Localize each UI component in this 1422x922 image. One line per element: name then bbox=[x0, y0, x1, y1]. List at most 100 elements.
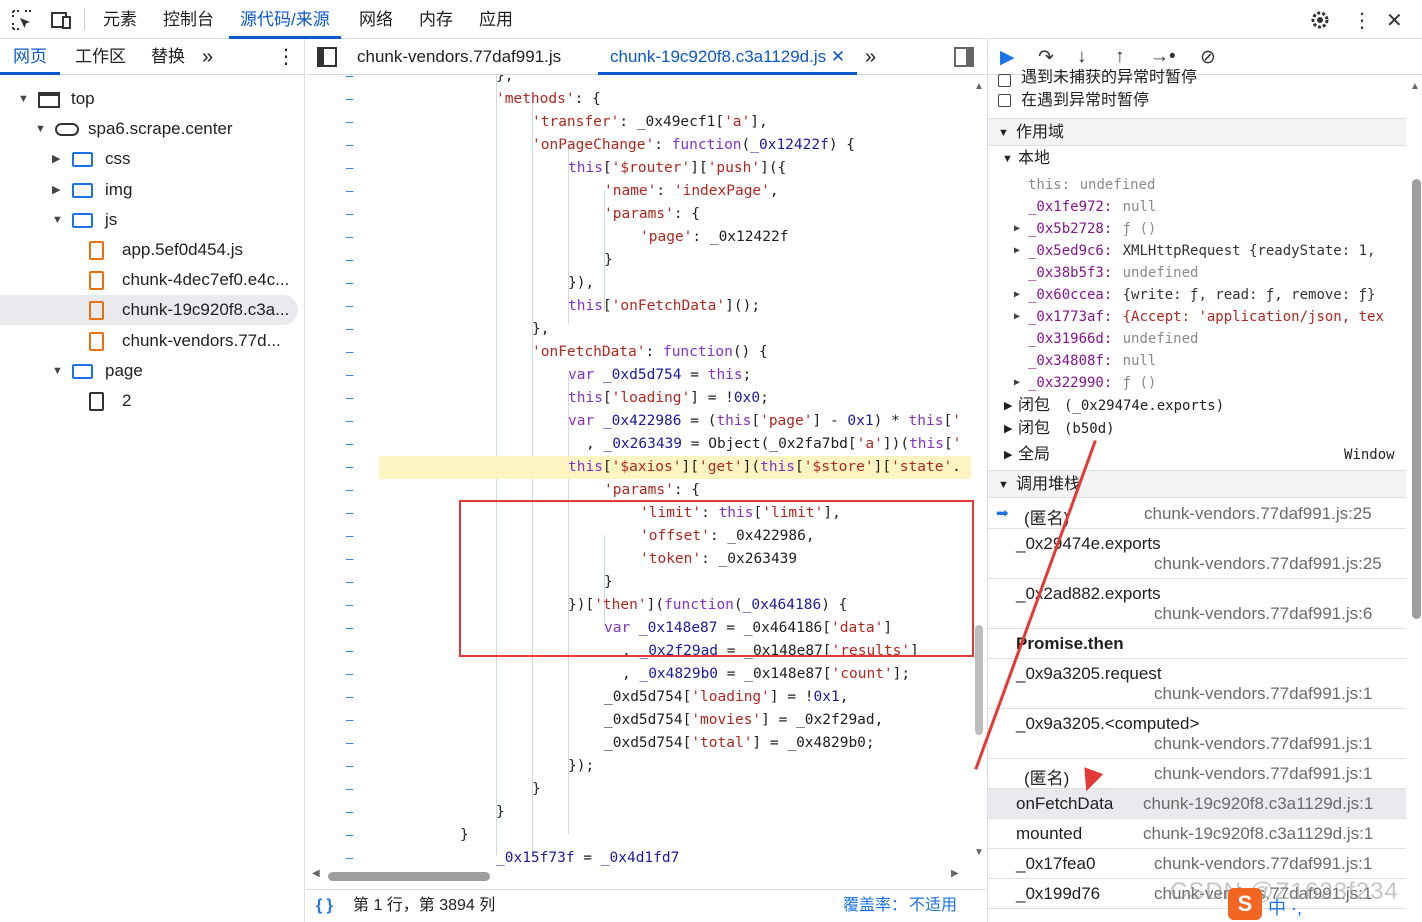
pause-caught-option[interactable]: 在遇到异常时暂停 bbox=[998, 89, 1416, 113]
step-out-icon[interactable]: ↑ bbox=[1115, 46, 1125, 68]
call-frame[interactable]: ➡ (匿名) chunk-vendors.77daf991.js:25 bbox=[988, 499, 1406, 529]
tree-item[interactable]: ▶ img bbox=[0, 175, 305, 205]
editor-horizontal-scrollbar[interactable]: ◀ ▶ bbox=[306, 867, 971, 885]
scope-variable[interactable]: _0x1fe972: null bbox=[988, 196, 1406, 218]
global-scope[interactable]: ▶ 全局 Window bbox=[988, 444, 1406, 466]
kebab-icon[interactable]: ⋮ bbox=[1352, 8, 1372, 33]
collapsed-triangle-icon[interactable]: ▶ bbox=[1014, 240, 1020, 262]
tab-network[interactable]: 网络 bbox=[359, 0, 393, 39]
step-over-icon[interactable]: ↷ bbox=[1038, 46, 1054, 69]
scroll-right-arrow-icon[interactable]: ▶ bbox=[951, 868, 959, 879]
closure-scope-1[interactable]: ▶ 闭包 (_0x29474e.exports) bbox=[988, 395, 1406, 417]
editor-vertical-scrollbar[interactable]: ▲ ▼ bbox=[971, 75, 986, 895]
call-frame[interactable]: _0x9a3205.request chunk-vendors.77daf991.… bbox=[988, 659, 1406, 709]
call-frame[interactable]: _0x29474e.exports chunk-vendors.77daf991.… bbox=[988, 529, 1406, 579]
call-frame-location[interactable]: chunk-vendors.77daf991.js:1 bbox=[1154, 684, 1372, 704]
scroll-up-arrow-icon[interactable]: ▲ bbox=[1410, 81, 1420, 92]
collapsed-triangle-icon[interactable]: ▶ bbox=[1014, 306, 1020, 328]
tree-item[interactable]: chunk-vendors.77d... bbox=[0, 326, 305, 356]
step-into-icon[interactable]: ↓ bbox=[1077, 46, 1087, 68]
scroll-up-arrow-icon[interactable]: ▲ bbox=[974, 81, 984, 92]
call-frame[interactable]: Promise.then bbox=[988, 629, 1406, 659]
deactivate-breakpoints-icon[interactable]: ⊘ bbox=[1200, 46, 1216, 69]
tab-application[interactable]: 应用 bbox=[479, 0, 513, 39]
scroll-down-arrow-icon[interactable]: ▼ bbox=[974, 847, 984, 858]
scope-variable[interactable]: ▶ _0x60ccea: {write: ƒ, read: ƒ, remove: … bbox=[988, 284, 1406, 306]
expanded-triangle-icon[interactable]: ▼ bbox=[18, 84, 29, 114]
tab-workspace[interactable]: 工作区 bbox=[75, 39, 126, 75]
expanded-triangle-icon[interactable]: ▼ bbox=[52, 356, 63, 386]
pause-uncaught-option[interactable]: 遇到未捕获的异常时暂停 bbox=[998, 69, 1416, 89]
step-icon[interactable]: →• bbox=[1150, 46, 1176, 68]
editor-tab-chunk[interactable]: chunk-19c920f8.c3a1129d.js ✕ bbox=[598, 39, 858, 75]
expanded-triangle-icon[interactable]: ▼ bbox=[52, 205, 63, 235]
expanded-triangle-icon[interactable]: ▼ bbox=[35, 114, 46, 144]
close-icon[interactable]: ✕ bbox=[1386, 8, 1403, 33]
call-frame-location[interactable]: chunk-vendors.77daf991.js:1 bbox=[1154, 764, 1372, 784]
tab-console[interactable]: 控制台 bbox=[163, 0, 214, 39]
tab-memory[interactable]: 内存 bbox=[419, 0, 453, 39]
callstack-section-header[interactable]: ▼ 调用堆栈 bbox=[988, 470, 1406, 498]
call-frame-location[interactable]: chunk-19c920f8.c3a1129d.js:1 bbox=[1143, 794, 1373, 814]
call-frame-location[interactable]: chunk-vendors.77daf991.js:25 bbox=[1144, 504, 1372, 524]
collapsed-triangle-icon[interactable]: ▶ bbox=[1014, 284, 1020, 306]
toggle-navigator-icon[interactable] bbox=[317, 47, 337, 67]
scope-variable[interactable]: _0x34808f: null bbox=[988, 350, 1406, 372]
collapsed-triangle-icon[interactable]: ▶ bbox=[52, 144, 60, 174]
tree-item[interactable]: ▶ css bbox=[0, 144, 305, 174]
tab-sources[interactable]: 源代码/来源 bbox=[229, 0, 341, 39]
tree-item[interactable]: ▼ page bbox=[0, 356, 305, 386]
device-toolbar-icon[interactable] bbox=[50, 9, 72, 31]
scope-section-header[interactable]: ▼ 作用域 bbox=[988, 118, 1406, 146]
ime-logo[interactable]: S bbox=[1228, 888, 1262, 920]
tab-page[interactable]: 网页 bbox=[0, 39, 60, 75]
ime-toolbar[interactable]: 中 ·, bbox=[1268, 894, 1302, 920]
call-frame-location[interactable]: chunk-vendors.77daf991.js:1 bbox=[1154, 734, 1372, 754]
pretty-print-icon[interactable]: { } bbox=[316, 890, 333, 922]
toggle-debugger-icon[interactable] bbox=[954, 47, 974, 67]
scope-variable[interactable]: this: undefined bbox=[988, 174, 1406, 196]
scope-variable[interactable]: _0x31966d: undefined bbox=[988, 328, 1406, 350]
close-tab-icon[interactable]: ✕ bbox=[831, 47, 845, 66]
call-frame-location[interactable]: chunk-vendors.77daf991.js:1 bbox=[1154, 854, 1372, 874]
more-files-chevron-icon[interactable]: » bbox=[865, 39, 876, 75]
navigator-menu-icon[interactable]: ⋮ bbox=[276, 39, 296, 75]
coverage-value[interactable]: 不适用 bbox=[909, 890, 957, 922]
collapsed-triangle-icon[interactable]: ▶ bbox=[52, 175, 60, 205]
local-scope-header[interactable]: ▼ 本地 bbox=[988, 148, 1406, 170]
tree-item[interactable]: chunk-4dec7ef0.e4c... bbox=[0, 265, 305, 295]
checkbox-uncaught[interactable] bbox=[998, 74, 1011, 88]
scope-variable[interactable]: ▶ _0x322990: ƒ () bbox=[988, 372, 1406, 394]
collapsed-triangle-icon[interactable]: ▶ bbox=[1014, 372, 1020, 394]
sidebar-scrollbar[interactable]: ▲ bbox=[1405, 75, 1422, 922]
scrollbar-thumb[interactable] bbox=[975, 625, 983, 735]
tree-item[interactable]: ▼ spa6.scrape.center bbox=[0, 114, 305, 144]
tree-item[interactable]: app.5ef0d454.js bbox=[0, 235, 305, 265]
editor-tab-vendors[interactable]: chunk-vendors.77daf991.js bbox=[357, 39, 561, 75]
call-frame[interactable]: (匿名) chunk-vendors.77daf991.js:1 bbox=[988, 759, 1406, 789]
scrollbar-thumb[interactable] bbox=[328, 872, 490, 881]
call-frame-location[interactable]: chunk-19c920f8.c3a1129d.js:1 bbox=[1143, 824, 1373, 844]
call-frame[interactable]: onFetchData chunk-19c920f8.c3a1129d.js:1 bbox=[988, 789, 1406, 819]
closure-scope-2[interactable]: ▶ 闭包 (b50d) bbox=[988, 418, 1406, 440]
tab-overrides[interactable]: 替换 bbox=[151, 39, 185, 75]
more-tabs-chevron-icon[interactable]: » bbox=[202, 39, 213, 75]
scope-variable[interactable]: ▶ _0x1773af: {Accept: 'application/json, … bbox=[988, 306, 1406, 328]
collapsed-triangle-icon[interactable]: ▶ bbox=[1014, 218, 1020, 240]
call-frame-location[interactable]: chunk-vendors.77daf991.js:25 bbox=[1154, 554, 1382, 574]
scrollbar-thumb[interactable] bbox=[1412, 179, 1421, 619]
scope-variable[interactable]: _0x38b5f3: undefined bbox=[988, 262, 1406, 284]
code-view[interactable]: –}, –'methods': { –'transfer': _0x49ecf1… bbox=[306, 75, 986, 895]
inspect-element-icon[interactable] bbox=[11, 9, 33, 31]
call-frame-location[interactable]: chunk-vendors.77daf991.js:6 bbox=[1154, 604, 1372, 624]
tree-item[interactable]: ▼ js bbox=[0, 205, 305, 235]
tree-item[interactable]: chunk-19c920f8.c3a... bbox=[0, 295, 298, 326]
tree-item[interactable]: ▼ top bbox=[0, 84, 305, 114]
call-frame[interactable]: _0x17fea0 chunk-vendors.77daf991.js:1 bbox=[988, 849, 1406, 879]
tree-item[interactable]: 2 bbox=[0, 386, 305, 416]
gear-icon[interactable] bbox=[1309, 9, 1331, 31]
call-frame[interactable]: mounted chunk-19c920f8.c3a1129d.js:1 bbox=[988, 819, 1406, 849]
resume-icon[interactable]: ▶︎ bbox=[1000, 46, 1015, 69]
call-frame[interactable]: _0x9a3205.<computed> chunk-vendors.77daf9… bbox=[988, 709, 1406, 759]
checkbox-caught[interactable] bbox=[998, 94, 1011, 108]
